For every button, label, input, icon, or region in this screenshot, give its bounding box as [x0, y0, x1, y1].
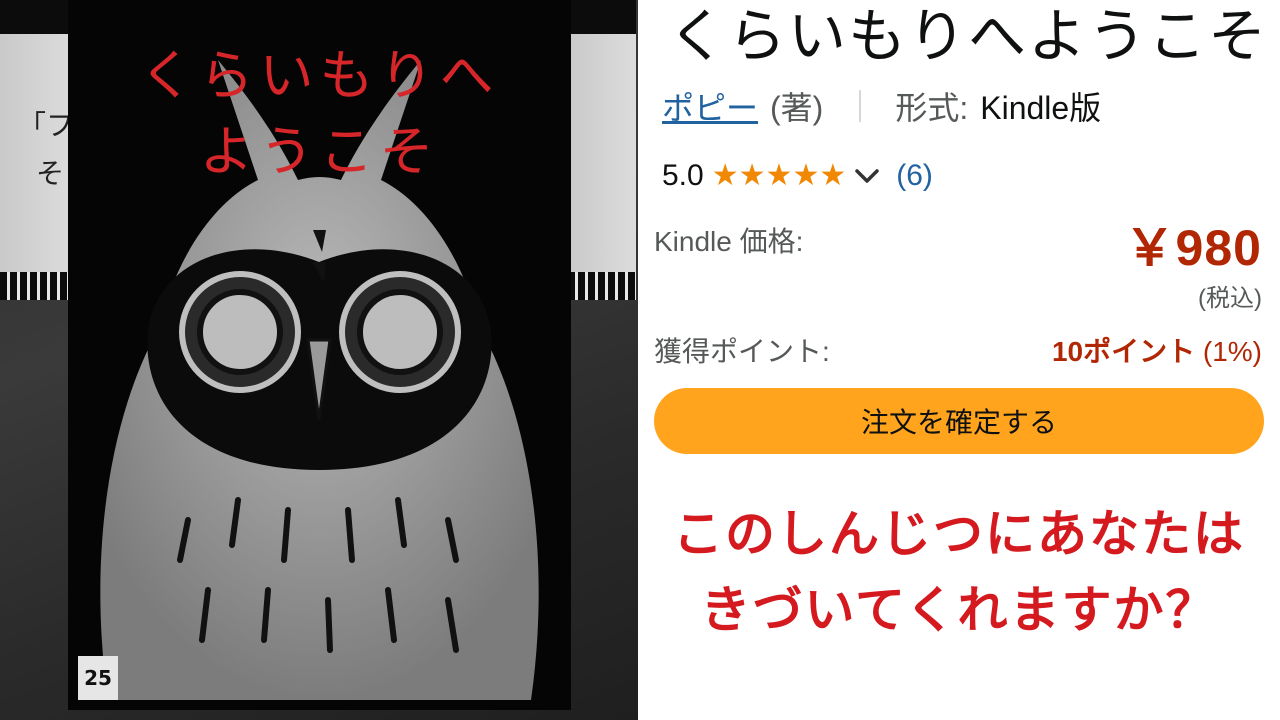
points-label: 獲得ポイント:	[654, 336, 830, 367]
star-icon: ★	[738, 159, 766, 192]
points-value: 10ポイント (1%)	[1052, 330, 1262, 370]
rating-value: 5.0	[662, 159, 704, 192]
background-text-1: 「フ	[18, 109, 75, 142]
star-icon: ★	[819, 159, 847, 192]
book-cover[interactable]: くらいもりへ ようこそ 25	[68, 0, 571, 710]
cover-title-line-2: ようこそ	[199, 120, 440, 183]
byline-divider	[859, 90, 862, 122]
author-role: (著)	[770, 90, 824, 126]
page-number-badge: 25	[78, 656, 118, 700]
points-percent: (1%)	[1202, 336, 1262, 367]
format-label: 形式:	[895, 90, 969, 126]
points-amount: 10ポイント	[1051, 336, 1196, 367]
background-text-2: そ	[36, 157, 65, 190]
star-icon: ★	[792, 159, 820, 192]
product-title: くらいもりへようこそ	[668, 4, 1269, 69]
author-link[interactable]: ポピー	[662, 83, 758, 129]
rating-count-link[interactable]: (6)	[896, 159, 933, 193]
price-label: Kindle 価格:	[654, 226, 804, 257]
caption-overlay: このしんじつにあなたは きづいてくれますか？	[638, 496, 1280, 648]
rating-row: 5.0 ★ ★ ★ ★ ★ (6)	[662, 154, 933, 198]
place-order-button[interactable]: 注文を確定する	[654, 388, 1264, 454]
price-value: ￥980	[1124, 220, 1262, 276]
chevron-down-icon[interactable]	[852, 161, 882, 191]
caption-line-2: きづいてくれますか？	[700, 581, 1218, 639]
byline: ポピー (著) 形式: Kindle版	[662, 84, 1101, 128]
cover-title: くらいもりへ ようこそ	[68, 38, 571, 190]
star-icon: ★	[711, 159, 739, 192]
cover-title-line-1: くらいもりへ	[139, 44, 500, 107]
background-page-left: 「フ そ	[0, 0, 75, 300]
background-page-right	[568, 0, 636, 300]
format-value: Kindle版	[980, 90, 1102, 126]
star-rating[interactable]: ★ ★ ★ ★ ★	[712, 161, 847, 191]
product-details-panel: くらいもりへようこそ ポピー (著) 形式: Kindle版 5.0 ★ ★ ★…	[638, 0, 1280, 720]
book-image-panel: 「フ そ くらいもりへ ようこそ 25	[0, 0, 638, 720]
star-icon: ★	[765, 159, 793, 192]
tax-note: (税込)	[1198, 285, 1262, 312]
caption-line-1: このしんじつにあなたは	[673, 505, 1245, 563]
